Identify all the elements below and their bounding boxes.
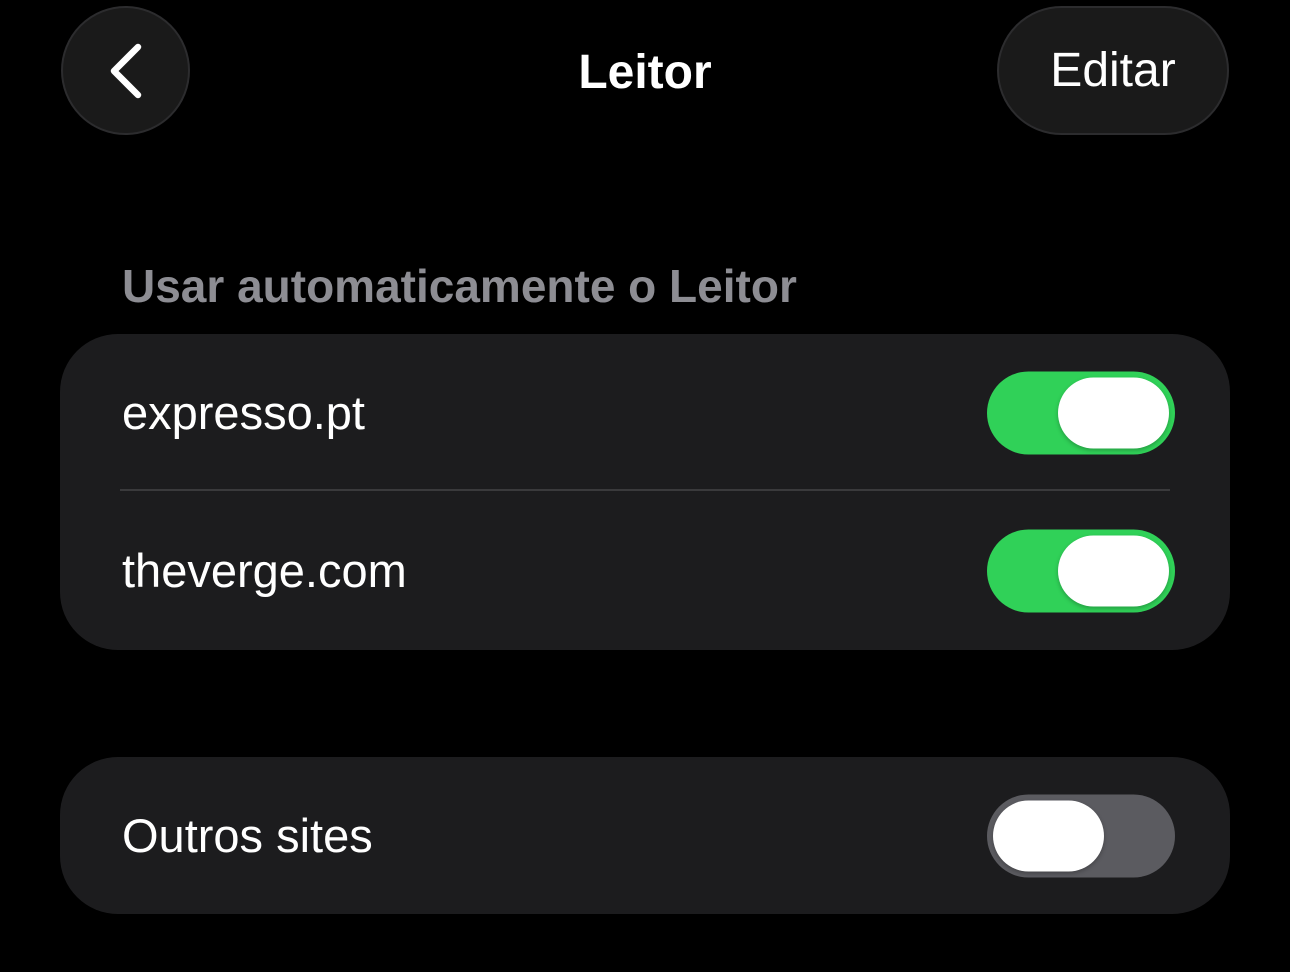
site-label: expresso.pt	[122, 386, 365, 439]
site-toggle[interactable]	[987, 529, 1175, 613]
reader-settings-screen: Leitor Editar Usar automaticamente o Lei…	[0, 0, 1290, 972]
edit-button-label: Editar	[1050, 43, 1176, 97]
divider	[120, 489, 1170, 491]
toggle-knob	[993, 800, 1104, 871]
site-list-group: expresso.pt theverge.com	[60, 334, 1230, 650]
edit-button[interactable]: Editar	[997, 6, 1229, 135]
toggle-knob	[1058, 535, 1169, 607]
site-label: theverge.com	[122, 544, 407, 597]
site-toggle[interactable]	[987, 371, 1175, 455]
other-sites-group: Outros sites	[60, 757, 1230, 914]
other-sites-label: Outros sites	[122, 808, 373, 862]
section-header: Usar automaticamente o Leitor	[122, 260, 797, 312]
list-item: theverge.com	[60, 492, 1230, 650]
list-item: Outros sites	[60, 757, 1230, 914]
toggle-knob	[1058, 377, 1169, 449]
other-sites-toggle[interactable]	[987, 794, 1175, 877]
list-item: expresso.pt	[60, 334, 1230, 492]
